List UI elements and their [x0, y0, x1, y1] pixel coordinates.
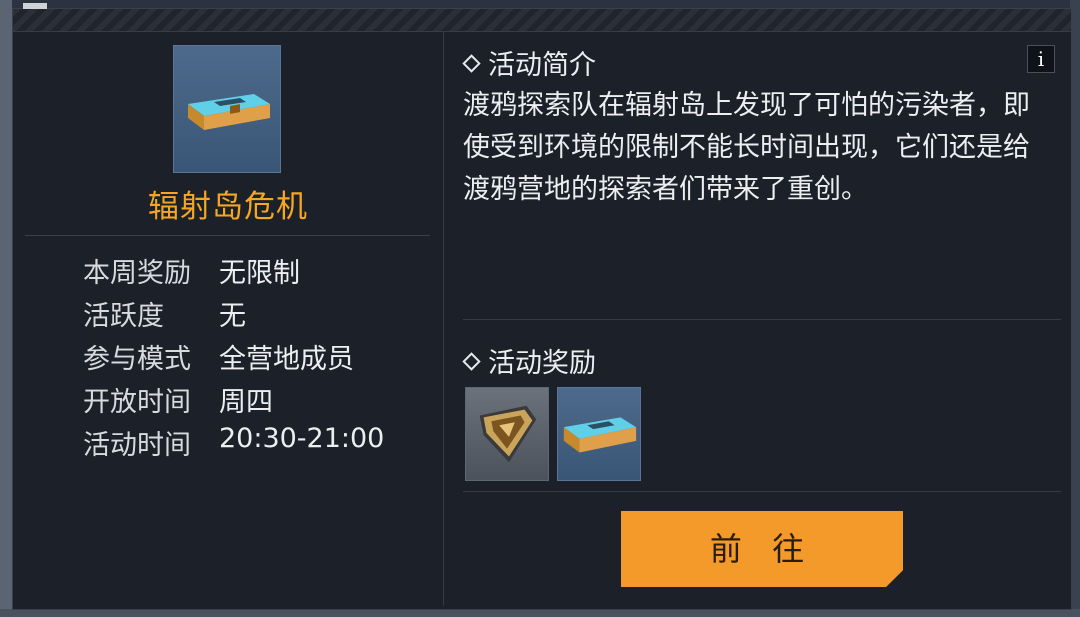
rewards-heading: 活动奖励	[462, 341, 596, 380]
diamond-bullet-icon	[462, 352, 481, 371]
divider	[463, 319, 1061, 320]
info-button[interactable]: i	[1027, 45, 1055, 73]
panel-header-stripe	[13, 9, 1071, 32]
go-button[interactable]: 前 往	[621, 511, 903, 587]
intro-description: 渡鸦探索队在辐射岛上发现了可怕的污染者，即使受到环境的限制不能长时间出现，它们还…	[463, 90, 1030, 205]
info-value: 全营地成员	[219, 344, 354, 375]
supply-chest-icon	[188, 94, 270, 130]
reward-item-chest[interactable]	[557, 387, 641, 481]
info-value: 无限制	[219, 258, 300, 289]
rewards-heading-text: 活动奖励	[488, 348, 596, 379]
info-label: 活跃度	[83, 301, 164, 332]
divider	[25, 235, 430, 236]
intro-heading: 活动简介	[462, 43, 596, 82]
event-icon	[173, 45, 281, 173]
badge-icon	[479, 405, 537, 463]
column-divider	[443, 31, 444, 606]
intro-heading-text: 活动简介	[488, 50, 596, 81]
info-value: 无	[219, 301, 246, 332]
event-title: 辐射岛危机	[148, 189, 308, 225]
event-summary: 辐射岛危机 本周奖励 无限制 活跃度 无 参与模式 全营地成员 开放时间 周四 …	[13, 31, 443, 611]
info-value: 周四	[219, 387, 273, 418]
diamond-bullet-icon	[462, 54, 481, 73]
reward-item-badge[interactable]	[465, 387, 549, 481]
panel-tab-marker	[23, 3, 47, 9]
info-label: 活动时间	[83, 430, 191, 461]
info-label: 参与模式	[83, 344, 191, 375]
info-label: 本周奖励	[83, 258, 191, 289]
event-detail-panel: 辐射岛危机 本周奖励 无限制 活跃度 无 参与模式 全营地成员 开放时间 周四 …	[12, 3, 1072, 611]
background-edge-left	[0, 0, 12, 617]
supply-chest-icon	[563, 417, 637, 453]
divider	[463, 491, 1061, 492]
info-label: 开放时间	[83, 387, 191, 418]
info-value: 20:30-21:00	[219, 423, 385, 454]
